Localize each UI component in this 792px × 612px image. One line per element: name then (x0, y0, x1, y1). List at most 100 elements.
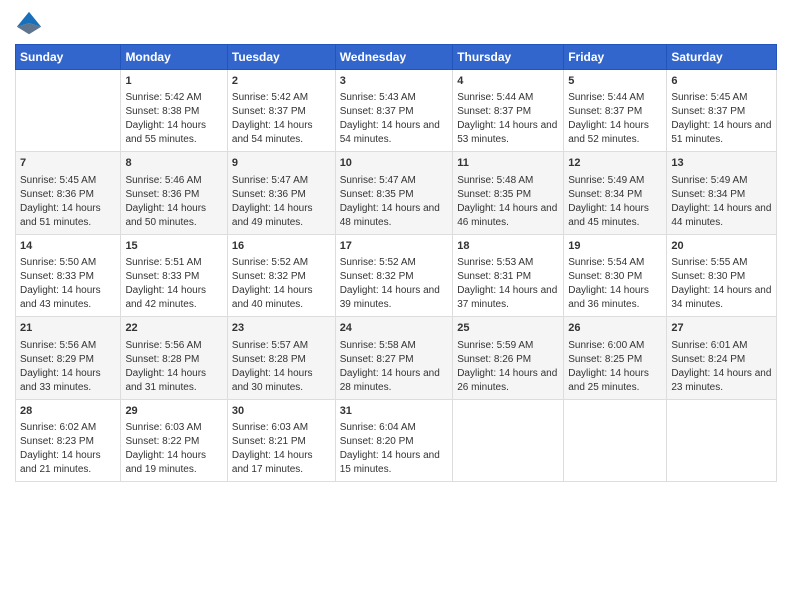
sunset-text: Sunset: 8:29 PM (20, 353, 116, 367)
calendar-cell (16, 70, 121, 152)
sunset-text: Sunset: 8:26 PM (457, 353, 559, 367)
daylight-text: Daylight: 14 hours and 48 minutes. (340, 202, 449, 230)
calendar-cell: 9Sunrise: 5:47 AMSunset: 8:36 PMDaylight… (227, 152, 335, 234)
day-number: 27 (671, 321, 772, 336)
logo (15, 10, 47, 38)
daylight-text: Daylight: 14 hours and 42 minutes. (125, 284, 222, 312)
sunrise-text: Sunrise: 6:04 AM (340, 421, 449, 435)
sunrise-text: Sunrise: 5:52 AM (340, 256, 449, 270)
daylight-text: Daylight: 14 hours and 34 minutes. (671, 284, 772, 312)
sunset-text: Sunset: 8:37 PM (671, 105, 772, 119)
calendar-cell: 15Sunrise: 5:51 AMSunset: 8:33 PMDayligh… (121, 234, 227, 316)
calendar-cell (564, 399, 667, 481)
day-number: 20 (671, 239, 772, 254)
calendar-cell: 26Sunrise: 6:00 AMSunset: 8:25 PMDayligh… (564, 317, 667, 399)
sunrise-text: Sunrise: 5:47 AM (340, 174, 449, 188)
calendar-cell: 10Sunrise: 5:47 AMSunset: 8:35 PMDayligh… (335, 152, 453, 234)
day-number: 28 (20, 404, 116, 419)
header-thursday: Thursday (453, 45, 564, 70)
daylight-text: Daylight: 14 hours and 25 minutes. (568, 367, 662, 395)
sunrise-text: Sunrise: 6:01 AM (671, 339, 772, 353)
day-number: 17 (340, 239, 449, 254)
sunset-text: Sunset: 8:22 PM (125, 435, 222, 449)
daylight-text: Daylight: 14 hours and 53 minutes. (457, 119, 559, 147)
calendar-cell: 21Sunrise: 5:56 AMSunset: 8:29 PMDayligh… (16, 317, 121, 399)
header-friday: Friday (564, 45, 667, 70)
sunrise-text: Sunrise: 6:03 AM (232, 421, 331, 435)
daylight-text: Daylight: 14 hours and 19 minutes. (125, 449, 222, 477)
day-number: 5 (568, 74, 662, 89)
calendar-cell: 16Sunrise: 5:52 AMSunset: 8:32 PMDayligh… (227, 234, 335, 316)
sunset-text: Sunset: 8:37 PM (457, 105, 559, 119)
day-number: 11 (457, 156, 559, 171)
sunrise-text: Sunrise: 5:44 AM (568, 91, 662, 105)
day-number: 15 (125, 239, 222, 254)
sunrise-text: Sunrise: 5:50 AM (20, 256, 116, 270)
calendar-cell: 20Sunrise: 5:55 AMSunset: 8:30 PMDayligh… (667, 234, 777, 316)
day-number: 19 (568, 239, 662, 254)
sunrise-text: Sunrise: 5:47 AM (232, 174, 331, 188)
sunrise-text: Sunrise: 5:56 AM (125, 339, 222, 353)
daylight-text: Daylight: 14 hours and 52 minutes. (568, 119, 662, 147)
day-number: 6 (671, 74, 772, 89)
day-number: 21 (20, 321, 116, 336)
daylight-text: Daylight: 14 hours and 45 minutes. (568, 202, 662, 230)
sunrise-text: Sunrise: 5:44 AM (457, 91, 559, 105)
header-wednesday: Wednesday (335, 45, 453, 70)
day-number: 24 (340, 321, 449, 336)
week-row-1: 1 Sunrise: 5:42 AM Sunset: 8:38 PM Daylight… (16, 70, 777, 152)
day-number: 26 (568, 321, 662, 336)
week-row-3: 14Sunrise: 5:50 AMSunset: 8:33 PMDayligh… (16, 234, 777, 316)
day-number: 3 (340, 74, 449, 89)
week-row-5: 28Sunrise: 6:02 AMSunset: 8:23 PMDayligh… (16, 399, 777, 481)
calendar-cell: 17Sunrise: 5:52 AMSunset: 8:32 PMDayligh… (335, 234, 453, 316)
sunrise-text: Sunrise: 5:58 AM (340, 339, 449, 353)
calendar-cell: 24Sunrise: 5:58 AMSunset: 8:27 PMDayligh… (335, 317, 453, 399)
sunrise-text: Sunrise: 6:02 AM (20, 421, 116, 435)
daylight-text: Daylight: 14 hours and 21 minutes. (20, 449, 116, 477)
daylight-text: Daylight: 14 hours and 50 minutes. (125, 202, 222, 230)
calendar-cell: 1Sunrise: 5:42 AMSunset: 8:38 PMDaylight… (121, 70, 227, 152)
sunset-text: Sunset: 8:35 PM (340, 188, 449, 202)
day-number: 18 (457, 239, 559, 254)
calendar-cell: 31Sunrise: 6:04 AMSunset: 8:20 PMDayligh… (335, 399, 453, 481)
sunrise-text: Sunrise: 5:49 AM (568, 174, 662, 188)
sunset-text: Sunset: 8:31 PM (457, 270, 559, 284)
sunset-text: Sunset: 8:34 PM (671, 188, 772, 202)
day-number: 7 (20, 156, 116, 171)
sunrise-text: Sunrise: 5:59 AM (457, 339, 559, 353)
sunset-text: Sunset: 8:33 PM (20, 270, 116, 284)
calendar-cell: 22Sunrise: 5:56 AMSunset: 8:28 PMDayligh… (121, 317, 227, 399)
day-number: 8 (125, 156, 222, 171)
daylight-text: Daylight: 14 hours and 54 minutes. (340, 119, 449, 147)
sunrise-text: Sunrise: 6:00 AM (568, 339, 662, 353)
sunrise-text: Sunrise: 5:55 AM (671, 256, 772, 270)
sunset-text: Sunset: 8:23 PM (20, 435, 116, 449)
sunset-text: Sunset: 8:37 PM (568, 105, 662, 119)
sunrise-text: Sunrise: 5:42 AM (232, 91, 331, 105)
daylight-text: Daylight: 14 hours and 28 minutes. (340, 367, 449, 395)
day-number: 25 (457, 321, 559, 336)
sunrise-text: Sunrise: 5:46 AM (125, 174, 222, 188)
header-row: SundayMondayTuesdayWednesdayThursdayFrid… (16, 45, 777, 70)
sunrise-text: Sunrise: 5:56 AM (20, 339, 116, 353)
sunrise-text: Sunrise: 6:03 AM (125, 421, 222, 435)
daylight-text: Daylight: 14 hours and 15 minutes. (340, 449, 449, 477)
sunrise-text: Sunrise: 5:48 AM (457, 174, 559, 188)
week-row-4: 21Sunrise: 5:56 AMSunset: 8:29 PMDayligh… (16, 317, 777, 399)
day-number: 16 (232, 239, 331, 254)
day-number: 29 (125, 404, 222, 419)
day-number: 9 (232, 156, 331, 171)
daylight-text: Daylight: 14 hours and 39 minutes. (340, 284, 449, 312)
daylight-text: Daylight: 14 hours and 36 minutes. (568, 284, 662, 312)
day-number: 12 (568, 156, 662, 171)
sunrise-text: Sunrise: 5:57 AM (232, 339, 331, 353)
sunset-text: Sunset: 8:38 PM (125, 105, 222, 119)
day-number: 1 (125, 74, 222, 89)
day-number: 13 (671, 156, 772, 171)
calendar-cell: 5 Sunrise: 5:44 AMSunset: 8:37 PMDaylight… (564, 70, 667, 152)
sunset-text: Sunset: 8:36 PM (232, 188, 331, 202)
sunrise-text: Sunrise: 5:45 AM (20, 174, 116, 188)
sunrise-text: Sunrise: 5:43 AM (340, 91, 449, 105)
sunset-text: Sunset: 8:32 PM (232, 270, 331, 284)
